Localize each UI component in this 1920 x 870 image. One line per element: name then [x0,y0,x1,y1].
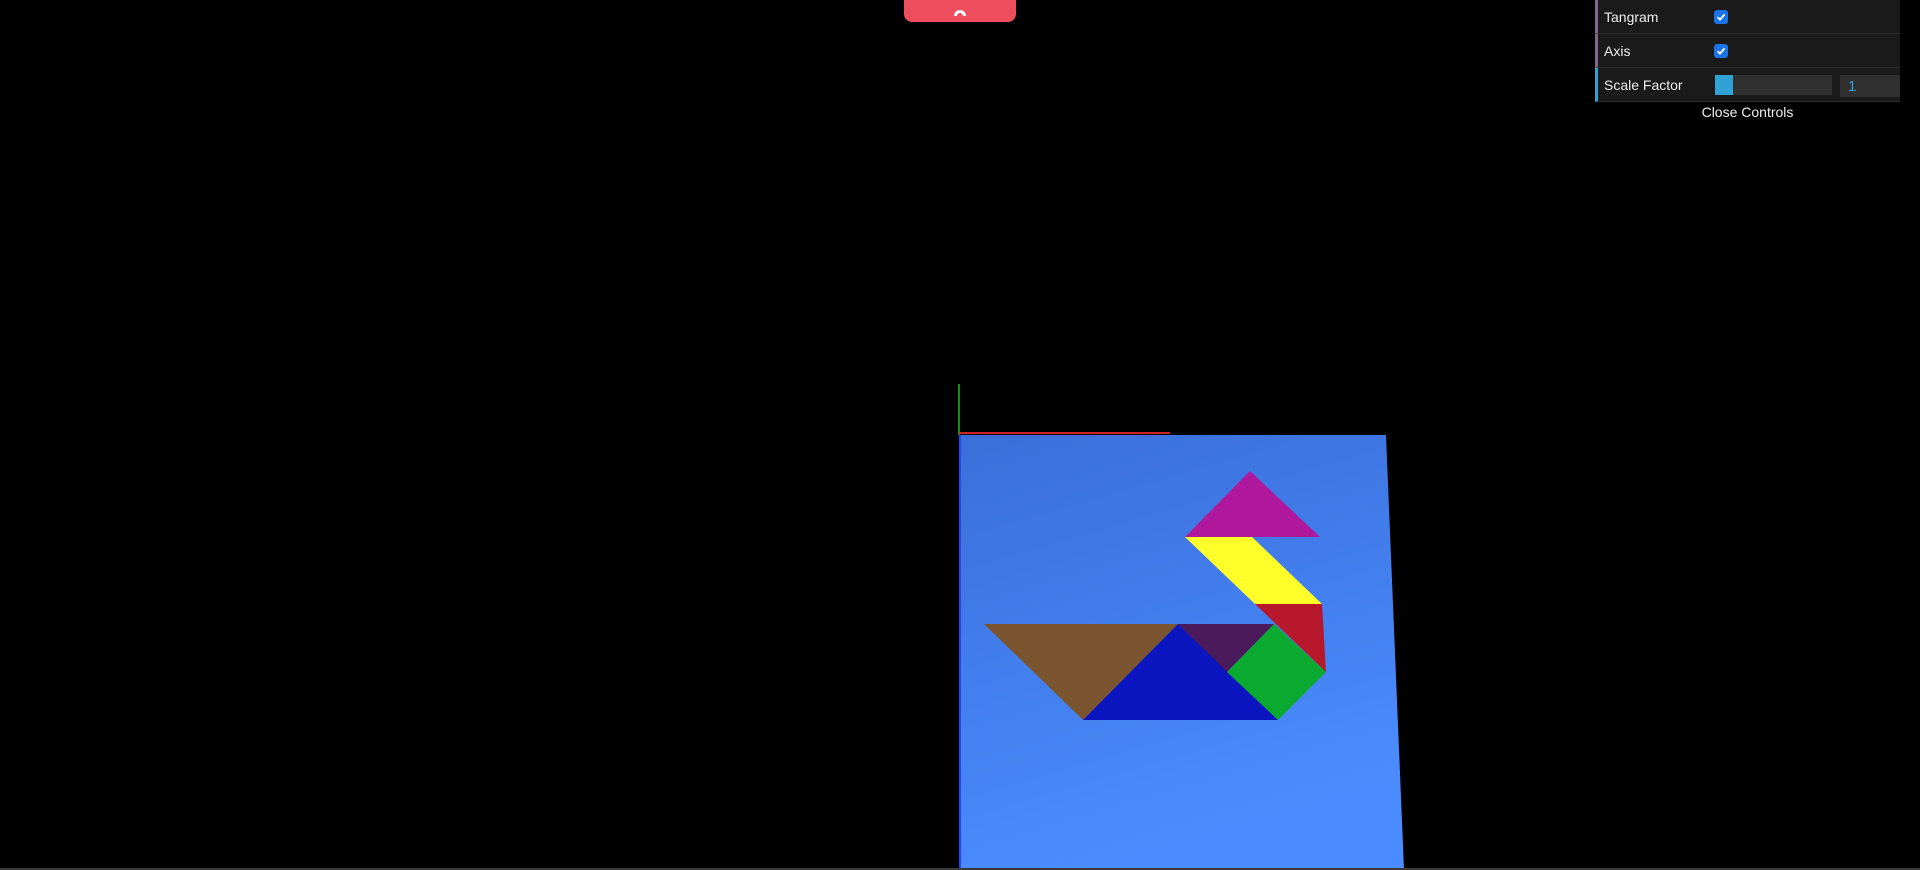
scale-factor-slider-fill [1715,75,1733,95]
close-controls-button[interactable]: Close Controls [1595,102,1900,122]
toggle-tab-icon [954,10,966,16]
three-viewport[interactable]: Tangram Axis Scale Factor Close Controls [0,0,1920,870]
scene-canvas[interactable] [0,0,1920,870]
scale-factor-slider[interactable] [1715,75,1832,95]
toggle-tab-button[interactable] [904,0,1016,22]
tangram-control-row[interactable]: Tangram [1595,0,1900,34]
tangram-label: Tangram [1604,8,1659,25]
axis-control-row[interactable]: Axis [1595,34,1900,68]
scale-factor-label: Scale Factor [1604,76,1683,93]
checkmark-icon [1716,13,1726,21]
scale-factor-input[interactable] [1840,75,1900,97]
controls-panel: Tangram Axis Scale Factor Close Controls [1595,0,1900,122]
scale-factor-control-row: Scale Factor [1595,68,1900,102]
axis-label: Axis [1604,42,1631,59]
checkmark-icon [1716,47,1726,55]
tangram-checkbox[interactable] [1714,9,1728,24]
axis-checkbox[interactable] [1714,43,1728,58]
